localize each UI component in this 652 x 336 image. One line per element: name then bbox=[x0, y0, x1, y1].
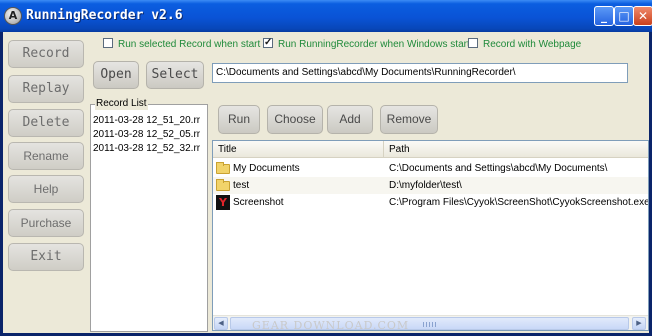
record-list-title: Record List bbox=[95, 98, 148, 110]
exit-button[interactable]: Exit bbox=[8, 243, 84, 271]
column-header-title[interactable]: Title bbox=[213, 141, 384, 158]
scroll-right-icon[interactable]: ▶ bbox=[632, 317, 646, 330]
program-list[interactable]: Title Path My Documents C:\Documents and… bbox=[212, 140, 649, 331]
row-title: Screenshot bbox=[233, 197, 284, 208]
replay-button[interactable]: Replay bbox=[8, 75, 84, 103]
row-title: My Documents bbox=[233, 163, 300, 174]
record-list-item[interactable]: 2011-03-28 12_52_05.rr bbox=[93, 129, 200, 141]
add-button[interactable]: Add bbox=[327, 105, 373, 134]
screenshot-app-icon: Y bbox=[216, 195, 230, 210]
maximize-button[interactable]: □ bbox=[614, 6, 634, 26]
row-path: C:\Program Files\Cyyok\ScreenShot\CyyokS… bbox=[389, 197, 649, 208]
run-on-windows-start-option[interactable]: Run RunningRecorder when Windows start bbox=[263, 36, 470, 52]
record-with-webpage-option[interactable]: Record with Webpage bbox=[468, 38, 581, 52]
open-button[interactable]: Open bbox=[93, 61, 139, 89]
delete-button[interactable]: Delete bbox=[8, 109, 84, 137]
run-button[interactable]: Run bbox=[218, 105, 260, 134]
table-row[interactable]: test D:\myfolder\test\ bbox=[213, 177, 648, 194]
table-row[interactable]: Y Screenshot C:\Program Files\Cyyok\Scre… bbox=[213, 194, 648, 211]
folder-icon bbox=[216, 162, 230, 174]
purchase-button[interactable]: Purchase bbox=[8, 209, 84, 237]
choose-button[interactable]: Choose bbox=[267, 105, 323, 134]
rename-button[interactable]: Rename bbox=[8, 142, 84, 170]
grip-icon bbox=[423, 322, 437, 327]
watermark: GEAR DOWNLOAD.COM bbox=[252, 319, 410, 332]
close-button[interactable]: ✕ bbox=[633, 6, 652, 26]
window-title: RunningRecorder v2.6 bbox=[26, 8, 183, 23]
run-selected-label: Run selected Record when start bbox=[118, 39, 261, 50]
select-button[interactable]: Select bbox=[146, 61, 204, 89]
run-selected-option[interactable]: Run selected Record when start bbox=[103, 38, 260, 52]
help-button[interactable]: Help bbox=[8, 175, 84, 203]
row-title: test bbox=[233, 180, 250, 191]
list-header: Title Path bbox=[213, 141, 648, 158]
record-path-input[interactable]: C:\Documents and Settings\abcd\My Docume… bbox=[212, 63, 628, 83]
record-list-item[interactable]: 2011-03-28 12_51_20.rr bbox=[93, 115, 200, 127]
run-on-windows-start-checkbox[interactable] bbox=[263, 36, 273, 49]
remove-button[interactable]: Remove bbox=[380, 105, 438, 134]
folder-icon bbox=[216, 179, 230, 191]
run-selected-checkbox[interactable] bbox=[103, 38, 113, 48]
record-list-item[interactable]: 2011-03-28 12_52_32.rr bbox=[93, 143, 200, 155]
app-icon: A bbox=[4, 7, 22, 25]
record-with-webpage-checkbox[interactable] bbox=[468, 38, 478, 48]
record-button[interactable]: Record bbox=[8, 40, 84, 68]
client-area: Record Replay Delete Rename Help Purchas… bbox=[3, 32, 649, 333]
row-path: D:\myfolder\test\ bbox=[389, 180, 462, 191]
column-header-path[interactable]: Path bbox=[384, 141, 648, 158]
row-path: C:\Documents and Settings\abcd\My Docume… bbox=[389, 163, 608, 174]
record-with-webpage-label: Record with Webpage bbox=[483, 39, 582, 50]
scroll-left-icon[interactable]: ◀ bbox=[214, 317, 228, 330]
table-row[interactable]: My Documents C:\Documents and Settings\a… bbox=[213, 160, 648, 177]
run-on-windows-start-label: Run RunningRecorder when Windows start bbox=[278, 39, 470, 50]
minimize-button[interactable]: _ bbox=[594, 6, 614, 26]
title-bar[interactable]: A RunningRecorder v2.6 _ □ ✕ bbox=[0, 0, 652, 32]
app-window: A RunningRecorder v2.6 _ □ ✕ Record Repl… bbox=[0, 0, 652, 336]
